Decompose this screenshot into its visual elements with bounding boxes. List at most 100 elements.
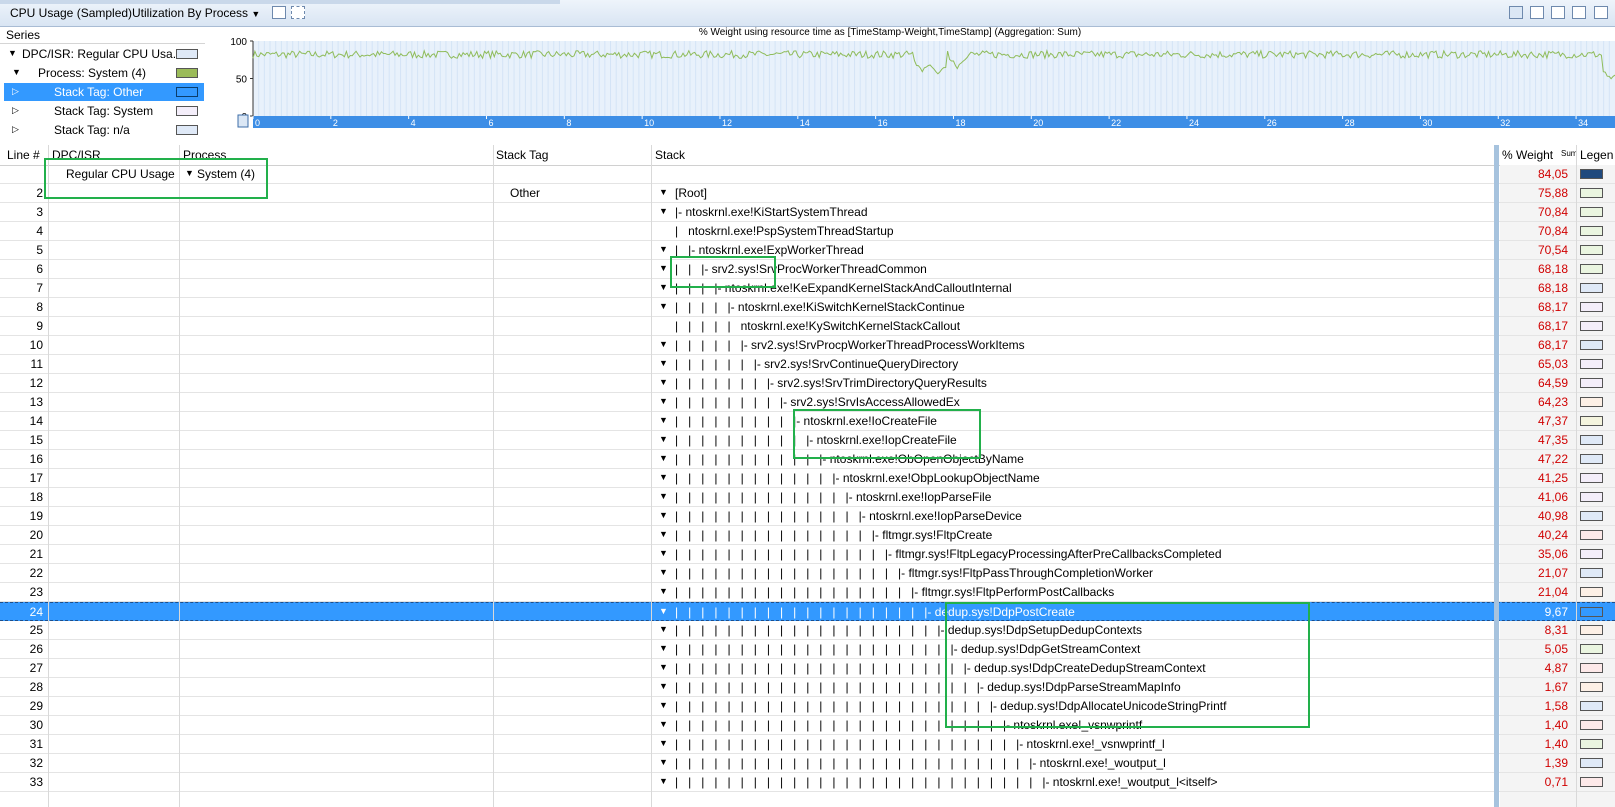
col-line[interactable]: Line # bbox=[7, 148, 40, 162]
zoom-reset-button[interactable] bbox=[237, 114, 249, 128]
table-row[interactable]: 33 ▼ | | | | | | | | | | | | | | | | | | |… bbox=[0, 773, 1615, 792]
series-item[interactable]: ▷ Stack Tag: n/a bbox=[4, 121, 204, 139]
expand-icon[interactable]: ▼ bbox=[659, 529, 668, 539]
expand-icon[interactable]: ▼ bbox=[8, 48, 17, 58]
col-weight[interactable]: % Weight bbox=[1502, 148, 1553, 162]
table-row[interactable]: 25 ▼ | | | | | | | | | | | | | | | | | | |… bbox=[0, 621, 1615, 640]
expand-icon[interactable]: ▼ bbox=[659, 624, 668, 634]
series-item[interactable]: ▷ Stack Tag: System bbox=[4, 102, 204, 120]
table-row[interactable]: 23 ▼ | | | | | | | | | | | | | | | | | | |… bbox=[0, 583, 1615, 602]
table-row[interactable]: 14 ▼ | | | | | | | | | |- ntoskrnl.exe!IoC… bbox=[0, 412, 1615, 431]
expand-icon[interactable]: ▼ bbox=[659, 301, 668, 311]
table-row[interactable]: 5 ▼ | |- ntoskrnl.exe!ExpWorkerThread 70,54 bbox=[0, 241, 1615, 260]
series-color-swatch[interactable] bbox=[176, 87, 198, 97]
expand-icon[interactable]: ▷ bbox=[12, 124, 19, 135]
table-row[interactable]: 3 ▼ |- ntoskrnl.exe!KiStartSystemThread 70,… bbox=[0, 203, 1615, 222]
col-process[interactable]: Process bbox=[183, 148, 226, 162]
table-row[interactable]: 19 ▼ | | | | | | | | | | | | | | |- ntoskr… bbox=[0, 507, 1615, 526]
table-row[interactable]: 10 ▼ | | | | | |- srv2.sys!SrvProcpWorkerT… bbox=[0, 336, 1615, 355]
graph-table-icon[interactable] bbox=[1509, 6, 1523, 19]
table-row[interactable]: 13 ▼ | | | | | | | | |- srv2.sys!SrvIsAcce… bbox=[0, 393, 1615, 412]
expand-icon[interactable]: ▼ bbox=[659, 510, 668, 520]
col-sep[interactable] bbox=[651, 145, 652, 807]
col-sep[interactable] bbox=[179, 145, 180, 807]
expand-icon[interactable]: ▼ bbox=[659, 643, 668, 653]
table-row[interactable]: 24 ▼ | | | | | | | | | | | | | | | | | | |… bbox=[0, 602, 1615, 621]
expand-icon[interactable]: ▼ bbox=[659, 358, 668, 368]
expand-icon[interactable]: ▼ bbox=[659, 662, 668, 672]
table-row[interactable]: 26 ▼ | | | | | | | | | | | | | | | | | | |… bbox=[0, 640, 1615, 659]
expand-icon[interactable]: ▼ bbox=[659, 719, 668, 729]
series-color-swatch[interactable] bbox=[176, 125, 198, 135]
table-row[interactable]: 31 ▼ | | | | | | | | | | | | | | | | | | |… bbox=[0, 735, 1615, 754]
table-row[interactable]: 18 ▼ | | | | | | | | | | | | | |- ntoskrnl… bbox=[0, 488, 1615, 507]
table-row[interactable]: 15 ▼ | | | | | | | | | | |- ntoskrnl.exe!I… bbox=[0, 431, 1615, 450]
options-icon[interactable] bbox=[272, 6, 286, 19]
expand-icon[interactable]: ▼ bbox=[659, 263, 668, 273]
table-row[interactable]: 28 ▼ | | | | | | | | | | | | | | | | | | |… bbox=[0, 678, 1615, 697]
expand-icon[interactable]: ▼ bbox=[659, 187, 668, 197]
col-dpc[interactable]: DPC/ISR bbox=[52, 148, 101, 162]
table-row[interactable]: 20 ▼ | | | | | | | | | | | | | | | |- fltm… bbox=[0, 526, 1615, 545]
table-mode-icon[interactable] bbox=[1551, 6, 1565, 19]
table-row[interactable]: 22 ▼ | | | | | | | | | | | | | | | | | |- … bbox=[0, 564, 1615, 583]
expand-icon[interactable]: ▼ bbox=[659, 491, 668, 501]
table-row[interactable]: 21 ▼ | | | | | | | | | | | | | | | | |- fl… bbox=[0, 545, 1615, 564]
table-row[interactable]: 29 ▼ | | | | | | | | | | | | | | | | | | |… bbox=[0, 697, 1615, 716]
table-row[interactable]: 2 Other ▼ [Root] 75,88 bbox=[0, 184, 1615, 203]
table-row[interactable]: 16 ▼ | | | | | | | | | | | |- ntoskrnl.exe… bbox=[0, 450, 1615, 469]
expand-icon[interactable]: ▷ bbox=[12, 86, 19, 97]
expand-icon[interactable]: ▼ bbox=[659, 567, 668, 577]
expand-icon[interactable]: ▼ bbox=[12, 67, 21, 77]
col-stacktag[interactable]: Stack Tag bbox=[496, 148, 548, 162]
series-color-swatch[interactable] bbox=[176, 106, 198, 116]
table-row[interactable]: Regular CPU Usage ▼ System (4) 84,05 bbox=[0, 165, 1615, 184]
table-row[interactable]: 7 ▼ | | | |- ntoskrnl.exe!KeExpandKernelSt… bbox=[0, 279, 1615, 298]
expand-icon[interactable]: ▼ bbox=[659, 606, 668, 616]
expand-icon[interactable]: ▼ bbox=[659, 738, 668, 748]
expand-icon[interactable]: ▼ bbox=[659, 700, 668, 710]
expand-icon[interactable]: ▼ bbox=[185, 168, 194, 178]
preset-dropdown[interactable]: Utilization By Process ▼ bbox=[132, 6, 260, 20]
filter-icon[interactable] bbox=[291, 6, 305, 19]
table-row[interactable]: 27 ▼ | | | | | | | | | | | | | | | | | | |… bbox=[0, 659, 1615, 678]
col-sep[interactable] bbox=[493, 145, 494, 807]
table-row[interactable]: 17 ▼ | | | | | | | | | | | | |- ntoskrnl.e… bbox=[0, 469, 1615, 488]
series-color-swatch[interactable] bbox=[176, 68, 198, 78]
expand-icon[interactable]: ▼ bbox=[659, 586, 668, 596]
settings-icon[interactable] bbox=[1572, 6, 1586, 19]
series-color-swatch[interactable] bbox=[176, 49, 198, 59]
col-sep[interactable] bbox=[48, 145, 49, 807]
expand-icon[interactable]: ▼ bbox=[659, 472, 668, 482]
expand-icon[interactable]: ▼ bbox=[659, 415, 668, 425]
expand-icon[interactable]: ▼ bbox=[659, 776, 668, 786]
cpu-usage-chart[interactable]: % Weight using resource time as [TimeSta… bbox=[205, 26, 1615, 142]
table-row[interactable]: 9 | | | | | ntoskrnl.exe!KySwitchKernelSt… bbox=[0, 317, 1615, 336]
expand-icon[interactable]: ▼ bbox=[659, 757, 668, 767]
table-row[interactable]: 8 ▼ | | | | |- ntoskrnl.exe!KiSwitchKernel… bbox=[0, 298, 1615, 317]
table-row[interactable]: 30 ▼ | | | | | | | | | | | | | | | | | | |… bbox=[0, 716, 1615, 735]
expand-icon[interactable]: ▼ bbox=[659, 396, 668, 406]
expand-icon[interactable]: ▼ bbox=[659, 244, 668, 254]
table-row[interactable]: 4 | ntoskrnl.exe!PspSystemThreadStartup 70… bbox=[0, 222, 1615, 241]
expand-icon[interactable]: ▼ bbox=[659, 339, 668, 349]
expand-icon[interactable]: ▼ bbox=[659, 681, 668, 691]
col-sep[interactable] bbox=[1576, 145, 1577, 807]
expand-icon[interactable]: ▼ bbox=[659, 434, 668, 444]
expand-icon[interactable]: ▼ bbox=[659, 548, 668, 558]
series-item[interactable]: ▼ DPC/ISR: Regular CPU Usa... bbox=[4, 45, 204, 63]
expand-icon[interactable]: ▼ bbox=[659, 282, 668, 292]
close-icon[interactable] bbox=[1594, 6, 1608, 19]
expand-icon[interactable]: ▷ bbox=[12, 105, 19, 116]
expand-icon[interactable]: ▼ bbox=[659, 377, 668, 387]
table-row[interactable]: 11 ▼ | | | | | | |- srv2.sys!SrvContinueQu… bbox=[0, 355, 1615, 374]
table-row[interactable]: 6 ▼ | | |- srv2.sys!SrvProcWorkerThreadCom… bbox=[0, 260, 1615, 279]
table-row[interactable]: 32 ▼ | | | | | | | | | | | | | | | | | | |… bbox=[0, 754, 1615, 773]
col-stack[interactable]: Stack bbox=[655, 148, 685, 162]
graph-mode-icon[interactable] bbox=[1530, 6, 1544, 19]
series-item[interactable]: ▼ Process: System (4) bbox=[4, 64, 204, 82]
table-row[interactable]: 12 ▼ | | | | | | | |- srv2.sys!SrvTrimDire… bbox=[0, 374, 1615, 393]
column-splitter[interactable] bbox=[1494, 145, 1499, 807]
expand-icon[interactable]: ▼ bbox=[659, 206, 668, 216]
col-legend[interactable]: Legen bbox=[1580, 148, 1613, 162]
